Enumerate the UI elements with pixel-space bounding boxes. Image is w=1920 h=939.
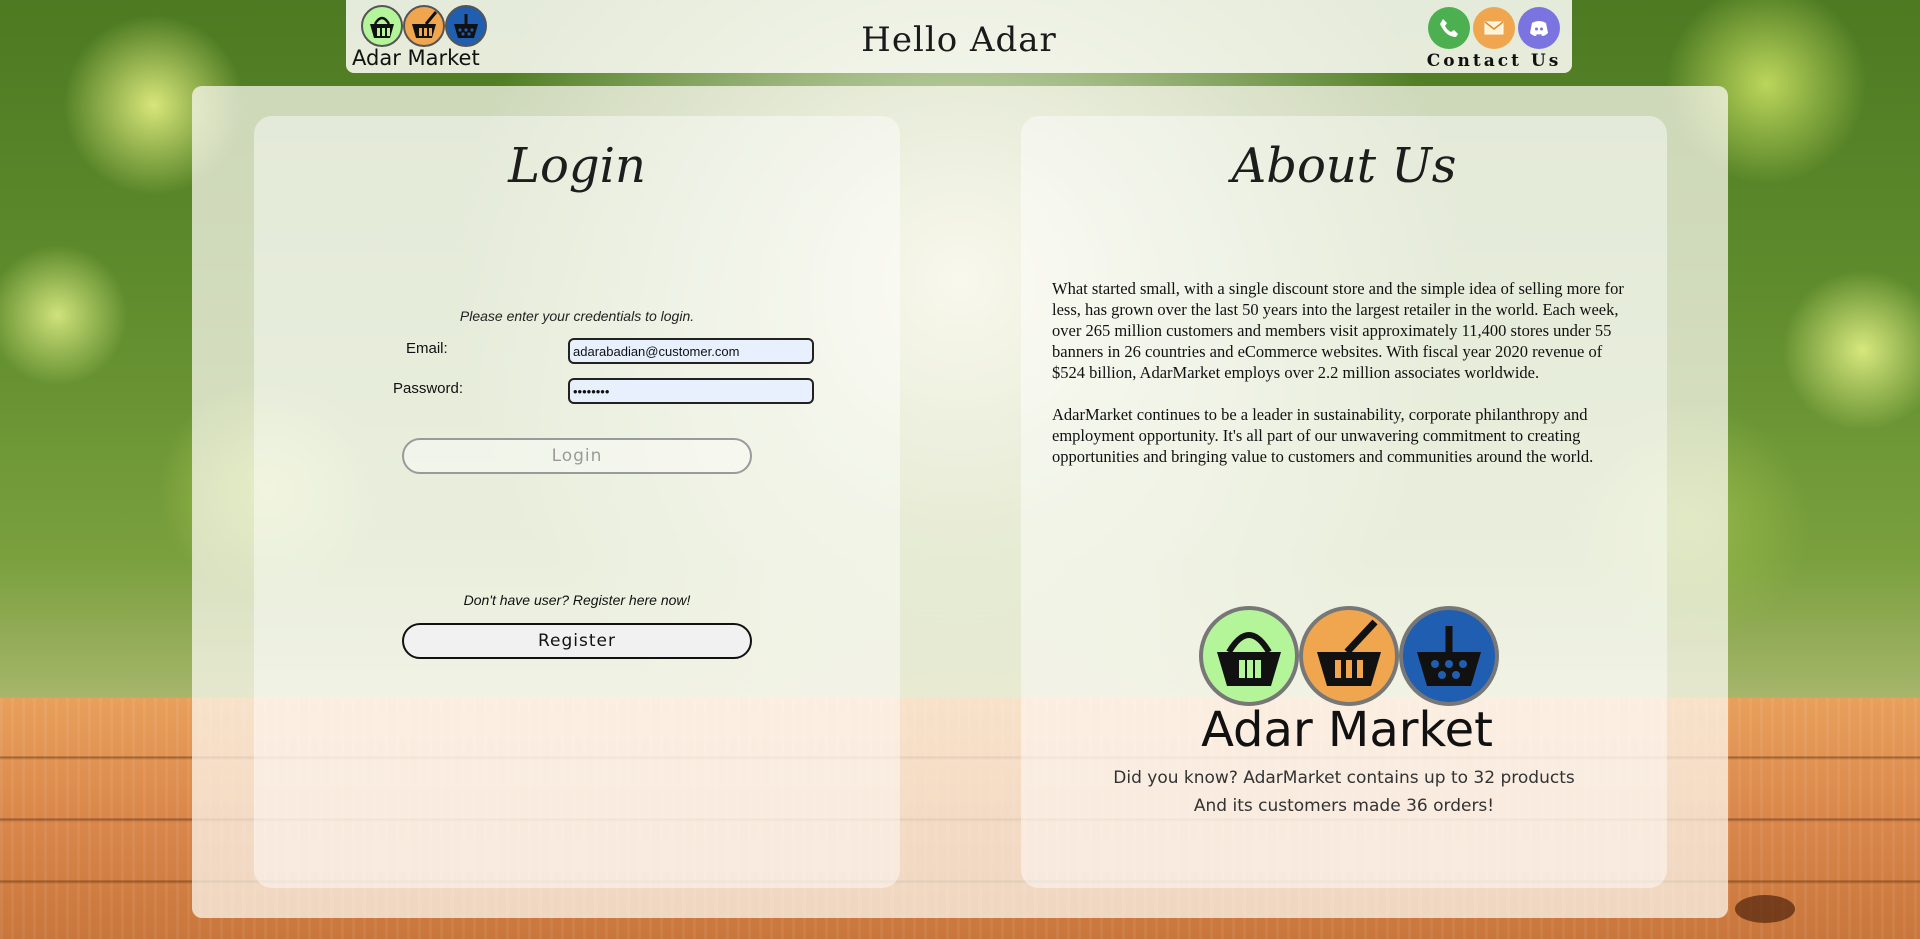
header-bar: Adar Market Hello Adar Contact Us bbox=[346, 0, 1572, 73]
login-panel: Login Please enter your credentials to l… bbox=[254, 116, 900, 888]
about-panel: About Us What started small, with a sing… bbox=[1021, 116, 1667, 888]
basket-logo-large-icon bbox=[1199, 606, 1499, 706]
login-title: Login bbox=[508, 138, 646, 194]
password-label: Password: bbox=[393, 380, 464, 397]
register-prompt: Don't have user? Register here now! bbox=[463, 592, 691, 608]
fact-orders: And its customers made 36 orders! bbox=[1193, 796, 1495, 816]
register-button[interactable]: Register bbox=[402, 623, 752, 659]
large-logo-text: Adar Market bbox=[1201, 702, 1493, 758]
email-field[interactable] bbox=[568, 338, 814, 364]
login-prompt: Please enter your credentials to login. bbox=[459, 308, 695, 324]
page-greeting: Hello Adar bbox=[861, 20, 1057, 60]
about-paragraph: What started small, with a single discou… bbox=[1052, 279, 1624, 382]
password-field[interactable] bbox=[568, 378, 814, 404]
fact-products: Did you know? AdarMarket contains up to … bbox=[1113, 768, 1575, 788]
contact-area: Contact Us bbox=[1426, 5, 1562, 71]
contact-us-link[interactable]: Contact Us bbox=[1426, 51, 1562, 71]
email-label: Email: bbox=[406, 340, 448, 357]
about-text: What started small, with a single discou… bbox=[1052, 278, 1638, 488]
login-button[interactable]: Login bbox=[402, 438, 752, 474]
about-title: About Us bbox=[1231, 138, 1457, 194]
large-logo: Adar Market bbox=[1187, 602, 1507, 758]
main-container: Login Please enter your credentials to l… bbox=[192, 86, 1728, 918]
background-knot bbox=[1735, 895, 1795, 923]
discord-icon[interactable] bbox=[1518, 7, 1560, 49]
about-paragraph: AdarMarket continues to be a leader in s… bbox=[1052, 405, 1594, 466]
phone-icon[interactable] bbox=[1428, 7, 1470, 49]
mail-icon[interactable] bbox=[1473, 7, 1515, 49]
